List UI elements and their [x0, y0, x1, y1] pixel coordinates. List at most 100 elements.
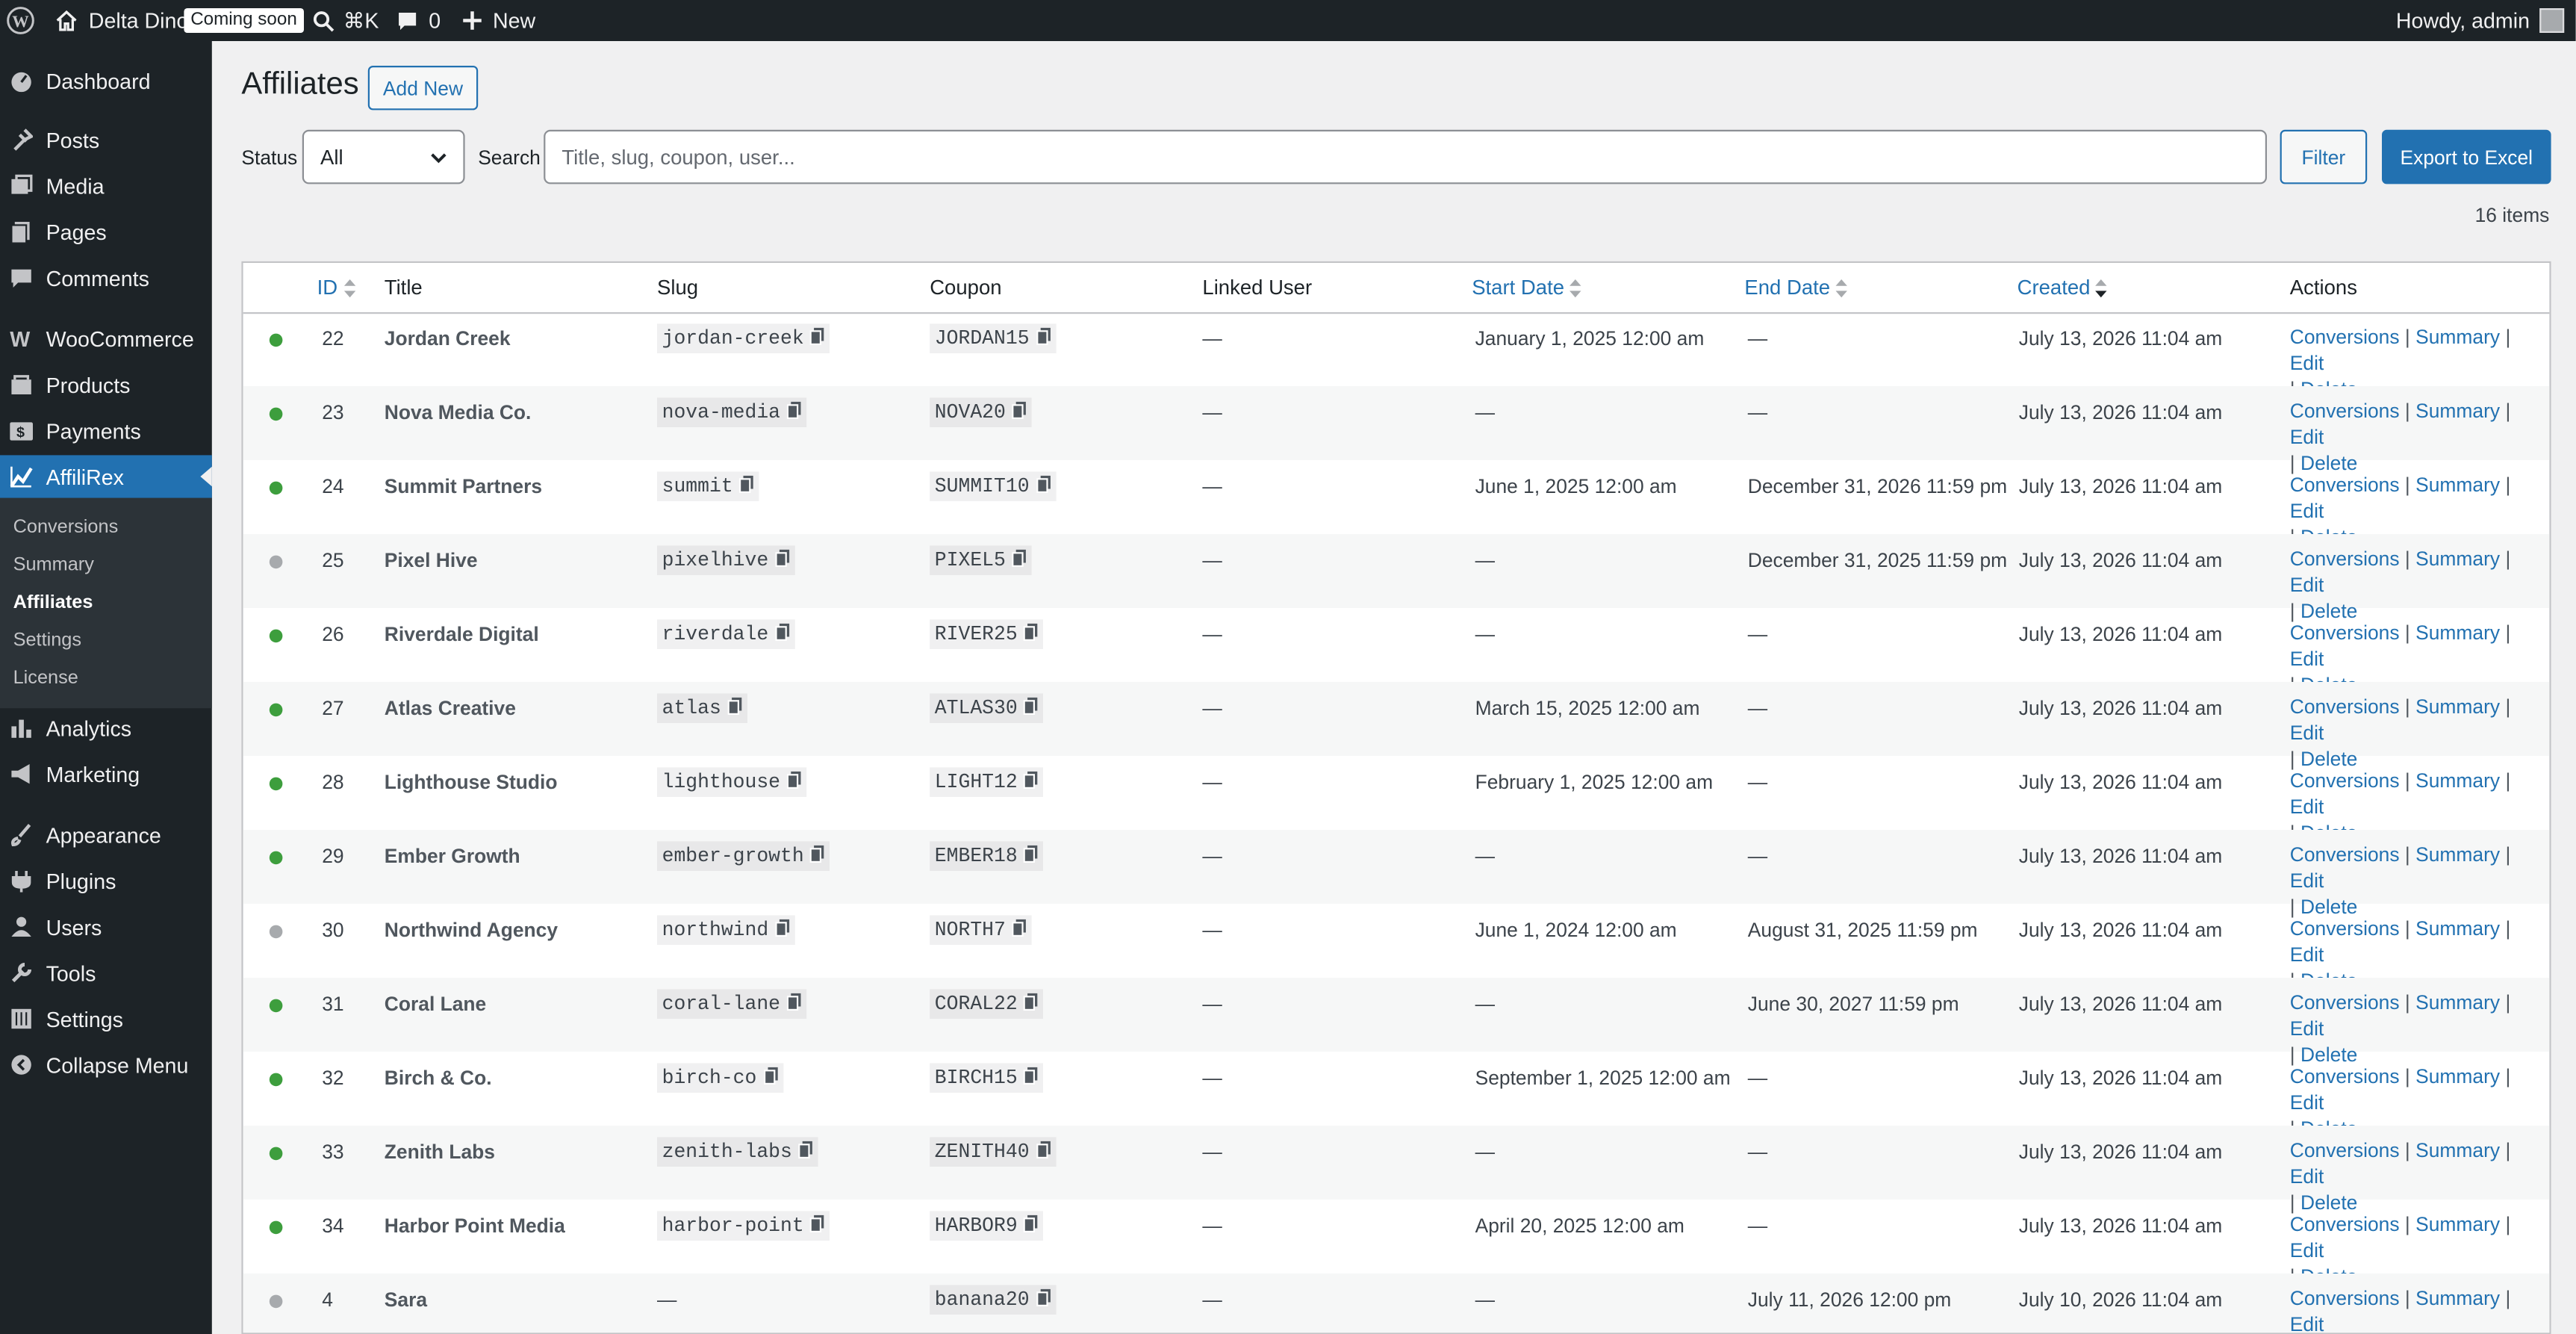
edit-link[interactable]: Edit [2290, 1091, 2324, 1114]
summary-link[interactable]: Summary [2415, 843, 2500, 866]
copy-icon[interactable] [1012, 401, 1027, 419]
edit-link[interactable]: Edit [2290, 1239, 2324, 1262]
sidebar-item-comments[interactable]: Comments [0, 256, 212, 299]
copy-icon[interactable] [1024, 623, 1039, 641]
conversions-link[interactable]: Conversions [2290, 547, 2400, 571]
sidebar-item-plugins[interactable]: Plugins [0, 860, 212, 902]
conversions-link[interactable]: Conversions [2290, 695, 2400, 719]
column-created[interactable]: Created [2017, 276, 2109, 300]
edit-link[interactable]: Edit [2290, 943, 2324, 967]
column-end-date[interactable]: End Date [1744, 276, 1848, 300]
coming-soon-badge[interactable]: Coming soon [184, 0, 304, 41]
sidebar-item-users[interactable]: Users [0, 905, 212, 948]
summary-link[interactable]: Summary [2415, 991, 2500, 1014]
summary-link[interactable]: Summary [2415, 621, 2500, 645]
copy-icon[interactable] [1036, 475, 1051, 493]
sidebar-item-posts[interactable]: Posts [0, 118, 212, 161]
copy-icon[interactable] [786, 993, 802, 1011]
copy-icon[interactable] [810, 845, 826, 863]
sidebar-item-media[interactable]: Media [0, 164, 212, 207]
copy-icon[interactable] [786, 771, 802, 789]
edit-link[interactable]: Edit [2290, 1313, 2324, 1333]
submenu-affiliates[interactable]: Affiliates [13, 593, 93, 612]
search-input[interactable] [544, 129, 2268, 184]
conversions-link[interactable]: Conversions [2290, 621, 2400, 645]
copy-icon[interactable] [774, 623, 790, 641]
command-palette-button[interactable]: ⌘K [312, 0, 379, 41]
summary-link[interactable]: Summary [2415, 547, 2500, 571]
submenu-settings[interactable]: Settings [13, 631, 81, 651]
edit-link[interactable]: Edit [2290, 1017, 2324, 1040]
export-excel-button[interactable]: Export to Excel [2382, 129, 2551, 184]
summary-link[interactable]: Summary [2415, 1287, 2500, 1310]
sidebar-item-products[interactable]: Products [0, 363, 212, 406]
account-menu[interactable]: Howdy, admin [2396, 0, 2565, 41]
submenu-summary[interactable]: Summary [13, 556, 94, 575]
sidebar-item-analytics[interactable]: Analytics [0, 707, 212, 749]
column-start-date[interactable]: Start Date [1472, 276, 1582, 300]
conversions-link[interactable]: Conversions [2290, 400, 2400, 423]
add-new-button[interactable]: Add New [367, 66, 479, 111]
copy-icon[interactable] [1024, 1214, 1039, 1232]
conversions-link[interactable]: Conversions [2290, 917, 2400, 940]
sidebar-item-payments[interactable]: $ Payments [0, 409, 212, 452]
edit-link[interactable]: Edit [2290, 500, 2324, 523]
sidebar-item-dashboard[interactable]: Dashboard [0, 59, 212, 102]
summary-link[interactable]: Summary [2415, 474, 2500, 497]
submenu-license[interactable]: License [13, 668, 78, 688]
new-content-link[interactable]: New [461, 0, 535, 41]
copy-icon[interactable] [763, 1067, 778, 1085]
summary-link[interactable]: Summary [2415, 400, 2500, 423]
edit-link[interactable]: Edit [2290, 869, 2324, 893]
conversions-link[interactable]: Conversions [2290, 843, 2400, 866]
copy-icon[interactable] [1036, 1288, 1051, 1306]
edit-link[interactable]: Edit [2290, 722, 2324, 745]
copy-icon[interactable] [810, 1214, 826, 1232]
summary-link[interactable]: Summary [2415, 695, 2500, 719]
conversions-link[interactable]: Conversions [2290, 1287, 2400, 1310]
sidebar-item-woocommerce[interactable]: W WooCommerce [0, 317, 212, 360]
edit-link[interactable]: Edit [2290, 648, 2324, 671]
conversions-link[interactable]: Conversions [2290, 1139, 2400, 1162]
status-select[interactable]: All [302, 129, 465, 184]
sidebar-item-collapse-menu[interactable]: Collapse Menu [0, 1043, 212, 1086]
conversions-link[interactable]: Conversions [2290, 1065, 2400, 1088]
copy-icon[interactable] [774, 919, 790, 937]
conversions-link[interactable]: Conversions [2290, 769, 2400, 792]
edit-link[interactable]: Edit [2290, 426, 2324, 449]
summary-link[interactable]: Summary [2415, 1139, 2500, 1162]
copy-icon[interactable] [739, 475, 754, 493]
filter-button[interactable]: Filter [2280, 129, 2368, 184]
sidebar-item-settings[interactable]: Settings [0, 997, 212, 1040]
copy-icon[interactable] [1012, 549, 1027, 567]
conversions-link[interactable]: Conversions [2290, 1213, 2400, 1236]
summary-link[interactable]: Summary [2415, 917, 2500, 940]
copy-icon[interactable] [1024, 993, 1039, 1011]
copy-icon[interactable] [774, 549, 790, 567]
sidebar-item-affilirex[interactable]: AffiliRex [0, 455, 212, 498]
copy-icon[interactable] [810, 327, 826, 345]
copy-icon[interactable] [727, 697, 743, 715]
wordpress-logo-icon[interactable]: W [7, 0, 34, 41]
conversions-link[interactable]: Conversions [2290, 326, 2400, 349]
submenu-conversions[interactable]: Conversions [13, 518, 119, 537]
summary-link[interactable]: Summary [2415, 1213, 2500, 1236]
sidebar-item-marketing[interactable]: Marketing [0, 753, 212, 795]
edit-link[interactable]: Edit [2290, 574, 2324, 597]
conversions-link[interactable]: Conversions [2290, 991, 2400, 1014]
copy-icon[interactable] [1036, 327, 1051, 345]
site-name-link[interactable]: Delta Dino [55, 0, 189, 41]
copy-icon[interactable] [1024, 845, 1039, 863]
column-id[interactable]: ID [317, 276, 356, 300]
conversions-link[interactable]: Conversions [2290, 474, 2400, 497]
copy-icon[interactable] [1036, 1141, 1051, 1158]
copy-icon[interactable] [1024, 771, 1039, 789]
summary-link[interactable]: Summary [2415, 326, 2500, 349]
copy-icon[interactable] [786, 401, 802, 419]
summary-link[interactable]: Summary [2415, 1065, 2500, 1088]
copy-icon[interactable] [798, 1141, 814, 1158]
edit-link[interactable]: Edit [2290, 352, 2324, 375]
sidebar-item-tools[interactable]: Tools [0, 952, 212, 994]
edit-link[interactable]: Edit [2290, 1165, 2324, 1188]
sidebar-item-pages[interactable]: Pages [0, 211, 212, 253]
